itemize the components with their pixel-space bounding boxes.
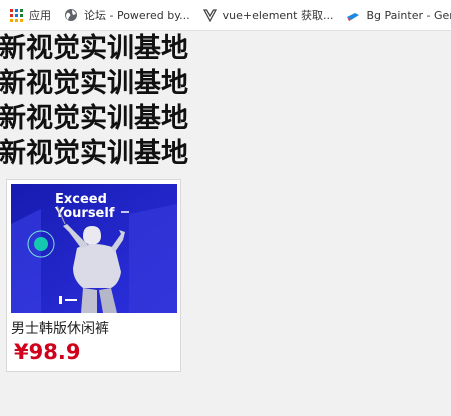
golfer-illustration: Exceed Yourself <box>11 184 177 313</box>
vue-icon <box>202 9 217 22</box>
product-image[interactable]: Exceed Yourself <box>11 184 177 313</box>
image-caption-line1: Exceed <box>55 192 107 207</box>
heading: 新视觉实训基地 <box>0 138 188 169</box>
heading: 新视觉实训基地 <box>0 68 188 99</box>
bookmarks-bar: 应用 论坛 - Powered by... vue+element 获取... … <box>0 0 451 31</box>
bookmark-forum[interactable]: 论坛 - Powered by... <box>64 7 190 23</box>
heading: 新视觉实训基地 <box>0 103 188 134</box>
bookmark-bg-painter[interactable]: Bg Painter - Gene... <box>346 8 451 22</box>
page-content: 新视觉实训基地 新视觉实训基地 新视觉实训基地 新视觉实训基地 Exceed Y… <box>0 31 451 372</box>
product-price: ¥98.9 <box>14 340 81 364</box>
product-name[interactable]: 男士韩版休闲裤 <box>11 318 109 338</box>
bookmark-apps[interactable]: 应用 <box>9 7 51 23</box>
bookmark-label: 应用 <box>29 9 51 22</box>
apps-grid-icon <box>9 8 23 22</box>
heading: 新视觉实训基地 <box>0 33 188 64</box>
product-card[interactable]: Exceed Yourself 男士韩版休闲裤 ¥98.9 <box>6 179 181 372</box>
bookmark-label: Bg Painter - Gene... <box>366 8 451 22</box>
bookmark-label: 论坛 - Powered by... <box>84 9 190 22</box>
bookmark-vue-element[interactable]: vue+element 获取... <box>202 7 334 23</box>
bookmark-label: vue+element 获取... <box>222 9 334 22</box>
paint-icon <box>347 13 360 21</box>
globe-icon <box>65 9 77 21</box>
